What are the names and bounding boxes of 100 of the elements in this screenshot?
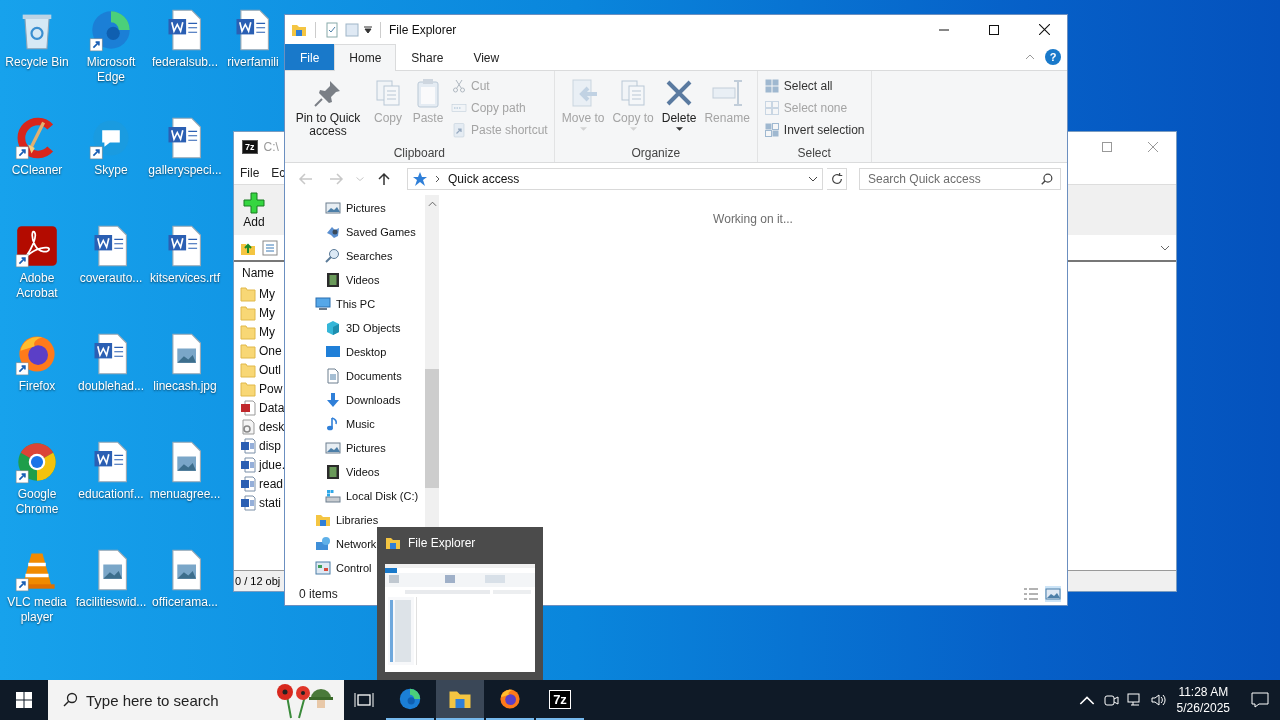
folder-icon [240,285,256,302]
status-text: 0 items [299,587,338,601]
shortcut-icon [451,122,467,138]
tree-item[interactable]: Local Disk (C:) [325,484,425,508]
document-icon [240,456,256,473]
search-bar[interactable]: Search Quick access [859,168,1061,190]
file-row[interactable]: My [240,322,275,341]
address-bar[interactable]: Quick access [407,168,823,190]
notification-icon [1251,692,1269,708]
add-button[interactable]: Add [242,191,266,229]
pictures-icon [325,440,341,456]
grid-icon [763,122,780,138]
download-icon [325,392,341,408]
ribbon-tab[interactable]: Share [396,44,459,70]
tree-item[interactable]: Saved Games [325,220,425,244]
four-squares-icon [16,692,32,708]
file-row[interactable]: One [240,341,282,360]
plus-icon [242,191,266,215]
file-row[interactable]: My [240,303,275,322]
window-preview-tooltip[interactable]: File Explorer [377,527,543,680]
volume-icon[interactable] [1150,692,1167,708]
file-row[interactable]: jdue. [240,455,286,474]
search-field[interactable]: Type here to search [86,691,262,709]
tree-item[interactable]: Documents [325,364,425,388]
tree-item[interactable]: Videos [325,268,425,292]
tree-item[interactable]: Music [325,412,425,436]
ribbon-button[interactable]: Select all [761,75,867,97]
swirl-icon [398,687,422,711]
network-icon [315,536,331,552]
tree-item[interactable]: Videos [325,460,425,484]
star-icon [412,171,428,187]
chevron-right-icon[interactable] [434,175,442,183]
clock-time[interactable]: 11:28 AM [1178,684,1229,700]
control-panel-icon [315,560,331,576]
network-icon[interactable] [1126,692,1143,708]
app-icon: 7z [242,140,258,154]
group-label: Clipboard [393,146,446,160]
film-icon [325,272,341,288]
document-icon [240,437,256,454]
document-icon [240,475,256,492]
scroll-thumb[interactable] [425,369,439,488]
settings-file-icon [240,418,256,435]
clock-date[interactable]: 5/26/2025 [1176,700,1230,716]
gamepad-icon [325,224,341,240]
ribbon-tab[interactable]: File [285,44,335,70]
help-button[interactable]: ? [1045,49,1061,65]
large-icons-view-icon[interactable] [1045,586,1061,602]
scroll-up-icon[interactable] [427,201,437,207]
folder-icon [240,304,256,321]
taskbar-app[interactable]: 7z [536,680,584,720]
loading-message: Working on it... [713,212,793,226]
tree-item[interactable]: Pictures [325,436,425,460]
refresh-button[interactable] [827,168,847,190]
file-row[interactable]: My [240,284,275,303]
window-title: File Explorer [389,22,457,37]
search-bar[interactable]: Type here to search [48,680,262,720]
ribbon-button[interactable]: Delete [658,75,700,133]
tree-item[interactable]: Searches [325,244,425,268]
ribbon-tab[interactable]: Home [334,44,397,71]
grid-icon [763,78,780,94]
tree-item[interactable]: Downloads [325,388,425,412]
taskbar-app[interactable] [436,680,484,720]
camera-icon[interactable] [1102,692,1119,708]
scissors-icon [451,78,467,94]
menu-item[interactable]: File [240,166,260,180]
file-row[interactable]: Outl [240,360,281,379]
file-row[interactable]: Data [240,398,285,417]
globe-icon [498,687,522,711]
tree-item[interactable]: 3D Objects [325,316,425,340]
ribbon-button[interactable]: Invert selection [761,119,867,141]
ribbon-tab[interactable]: View [458,44,515,70]
tree-item[interactable]: Desktop [325,340,425,364]
column-header[interactable]: Name [240,262,274,284]
search-icon[interactable] [1040,172,1054,186]
film-icon [325,464,341,480]
chevron-down-icon[interactable] [808,176,818,182]
search-icon [62,692,78,708]
status-text: 0 / 12 obj [235,575,281,587]
chevron-down-icon[interactable] [1160,244,1170,251]
desktop-icon [325,344,341,360]
tree-item[interactable]: This PC [315,292,425,316]
group-label: Select [797,146,831,160]
file-row[interactable]: desk [240,417,285,436]
tree-item[interactable]: Pictures [325,196,425,220]
file-row[interactable]: stati [240,493,281,512]
search-field[interactable]: Search Quick access [868,172,1040,186]
folder-icon [240,380,256,397]
collapse-ribbon-icon[interactable] [1025,54,1035,60]
search-icon [325,248,341,264]
caret-icon[interactable] [364,25,372,34]
file-row[interactable]: disp [240,436,281,455]
cube-icon [325,320,341,336]
folder-icon [385,535,401,551]
document-icon [325,368,341,384]
up-arrow-icon [376,171,392,187]
caret-icon [356,177,364,181]
file-row[interactable]: read [240,474,284,493]
ribbon-button[interactable]: Pin to Quick access [289,75,367,140]
folder-icon [240,342,256,359]
file-row[interactable]: Pow [240,379,283,398]
